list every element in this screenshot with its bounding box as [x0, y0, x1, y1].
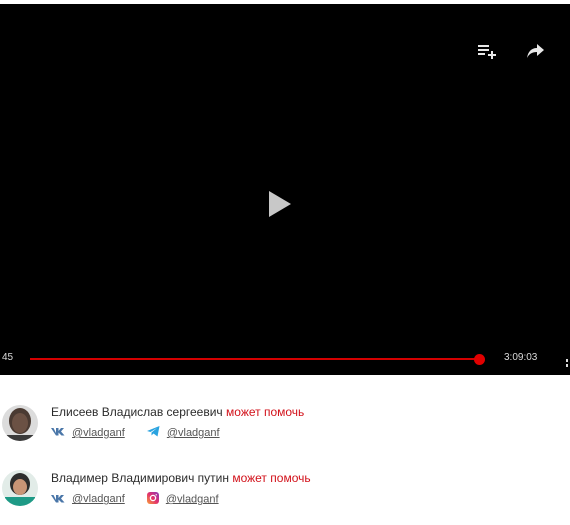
progress-handle[interactable]: [474, 354, 485, 365]
social-link-vk[interactable]: @vladganf: [51, 427, 125, 439]
avatar[interactable]: [2, 470, 38, 506]
playlist-add-icon[interactable]: [478, 44, 498, 65]
help-label: может помочь: [226, 405, 305, 419]
telegram-icon: [146, 426, 160, 440]
telegram-handle-link[interactable]: @vladganf: [167, 427, 220, 439]
vk-handle-link[interactable]: @vladganf: [72, 493, 125, 505]
social-link-telegram[interactable]: @vladganf: [146, 426, 220, 440]
comment-author: Владимер Владимирович путин может помочь: [51, 471, 311, 485]
current-time: 45: [2, 352, 14, 363]
instagram-handle-link[interactable]: @vladganf: [166, 493, 219, 505]
total-time: 3:09:03: [504, 352, 538, 363]
vk-handle-link[interactable]: @vladganf: [72, 427, 125, 439]
social-link-instagram[interactable]: @vladganf: [146, 492, 219, 507]
comment-item: Владимер Владимирович путин может помочь…: [0, 465, 570, 525]
progress-bar[interactable]: [30, 358, 480, 360]
social-links: @vladganf @vladganf: [51, 492, 238, 507]
social-link-vk[interactable]: @vladganf: [51, 493, 125, 505]
instagram-icon: [146, 492, 159, 507]
fullscreen-icon[interactable]: [565, 354, 570, 367]
share-icon[interactable]: [527, 44, 545, 63]
video-player[interactable]: 45 3:09:03: [0, 4, 570, 375]
help-label: может помочь: [232, 471, 311, 485]
vk-icon: [51, 427, 65, 439]
play-icon[interactable]: [268, 190, 292, 223]
author-name: Елисеев Владислав сергеевич: [51, 405, 223, 419]
vk-icon: [51, 494, 65, 506]
comment-item: Елисеев Владислав сергеевич может помочь…: [0, 400, 570, 460]
author-name: Владимер Владимирович путин: [51, 471, 229, 485]
comment-author: Елисеев Владислав сергеевич может помочь: [51, 405, 304, 419]
social-links: @vladganf @vladganf: [51, 426, 239, 440]
avatar[interactable]: [2, 405, 38, 441]
